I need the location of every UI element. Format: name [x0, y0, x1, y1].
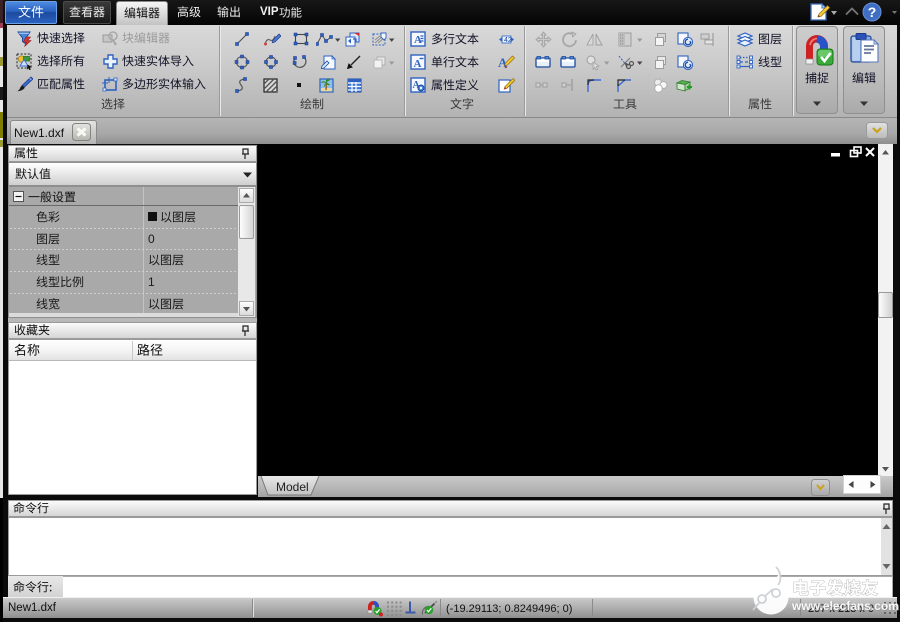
- svg-text:42: 42: [504, 37, 512, 44]
- svg-text:?: ?: [868, 4, 877, 20]
- svg-text:A: A: [414, 58, 422, 70]
